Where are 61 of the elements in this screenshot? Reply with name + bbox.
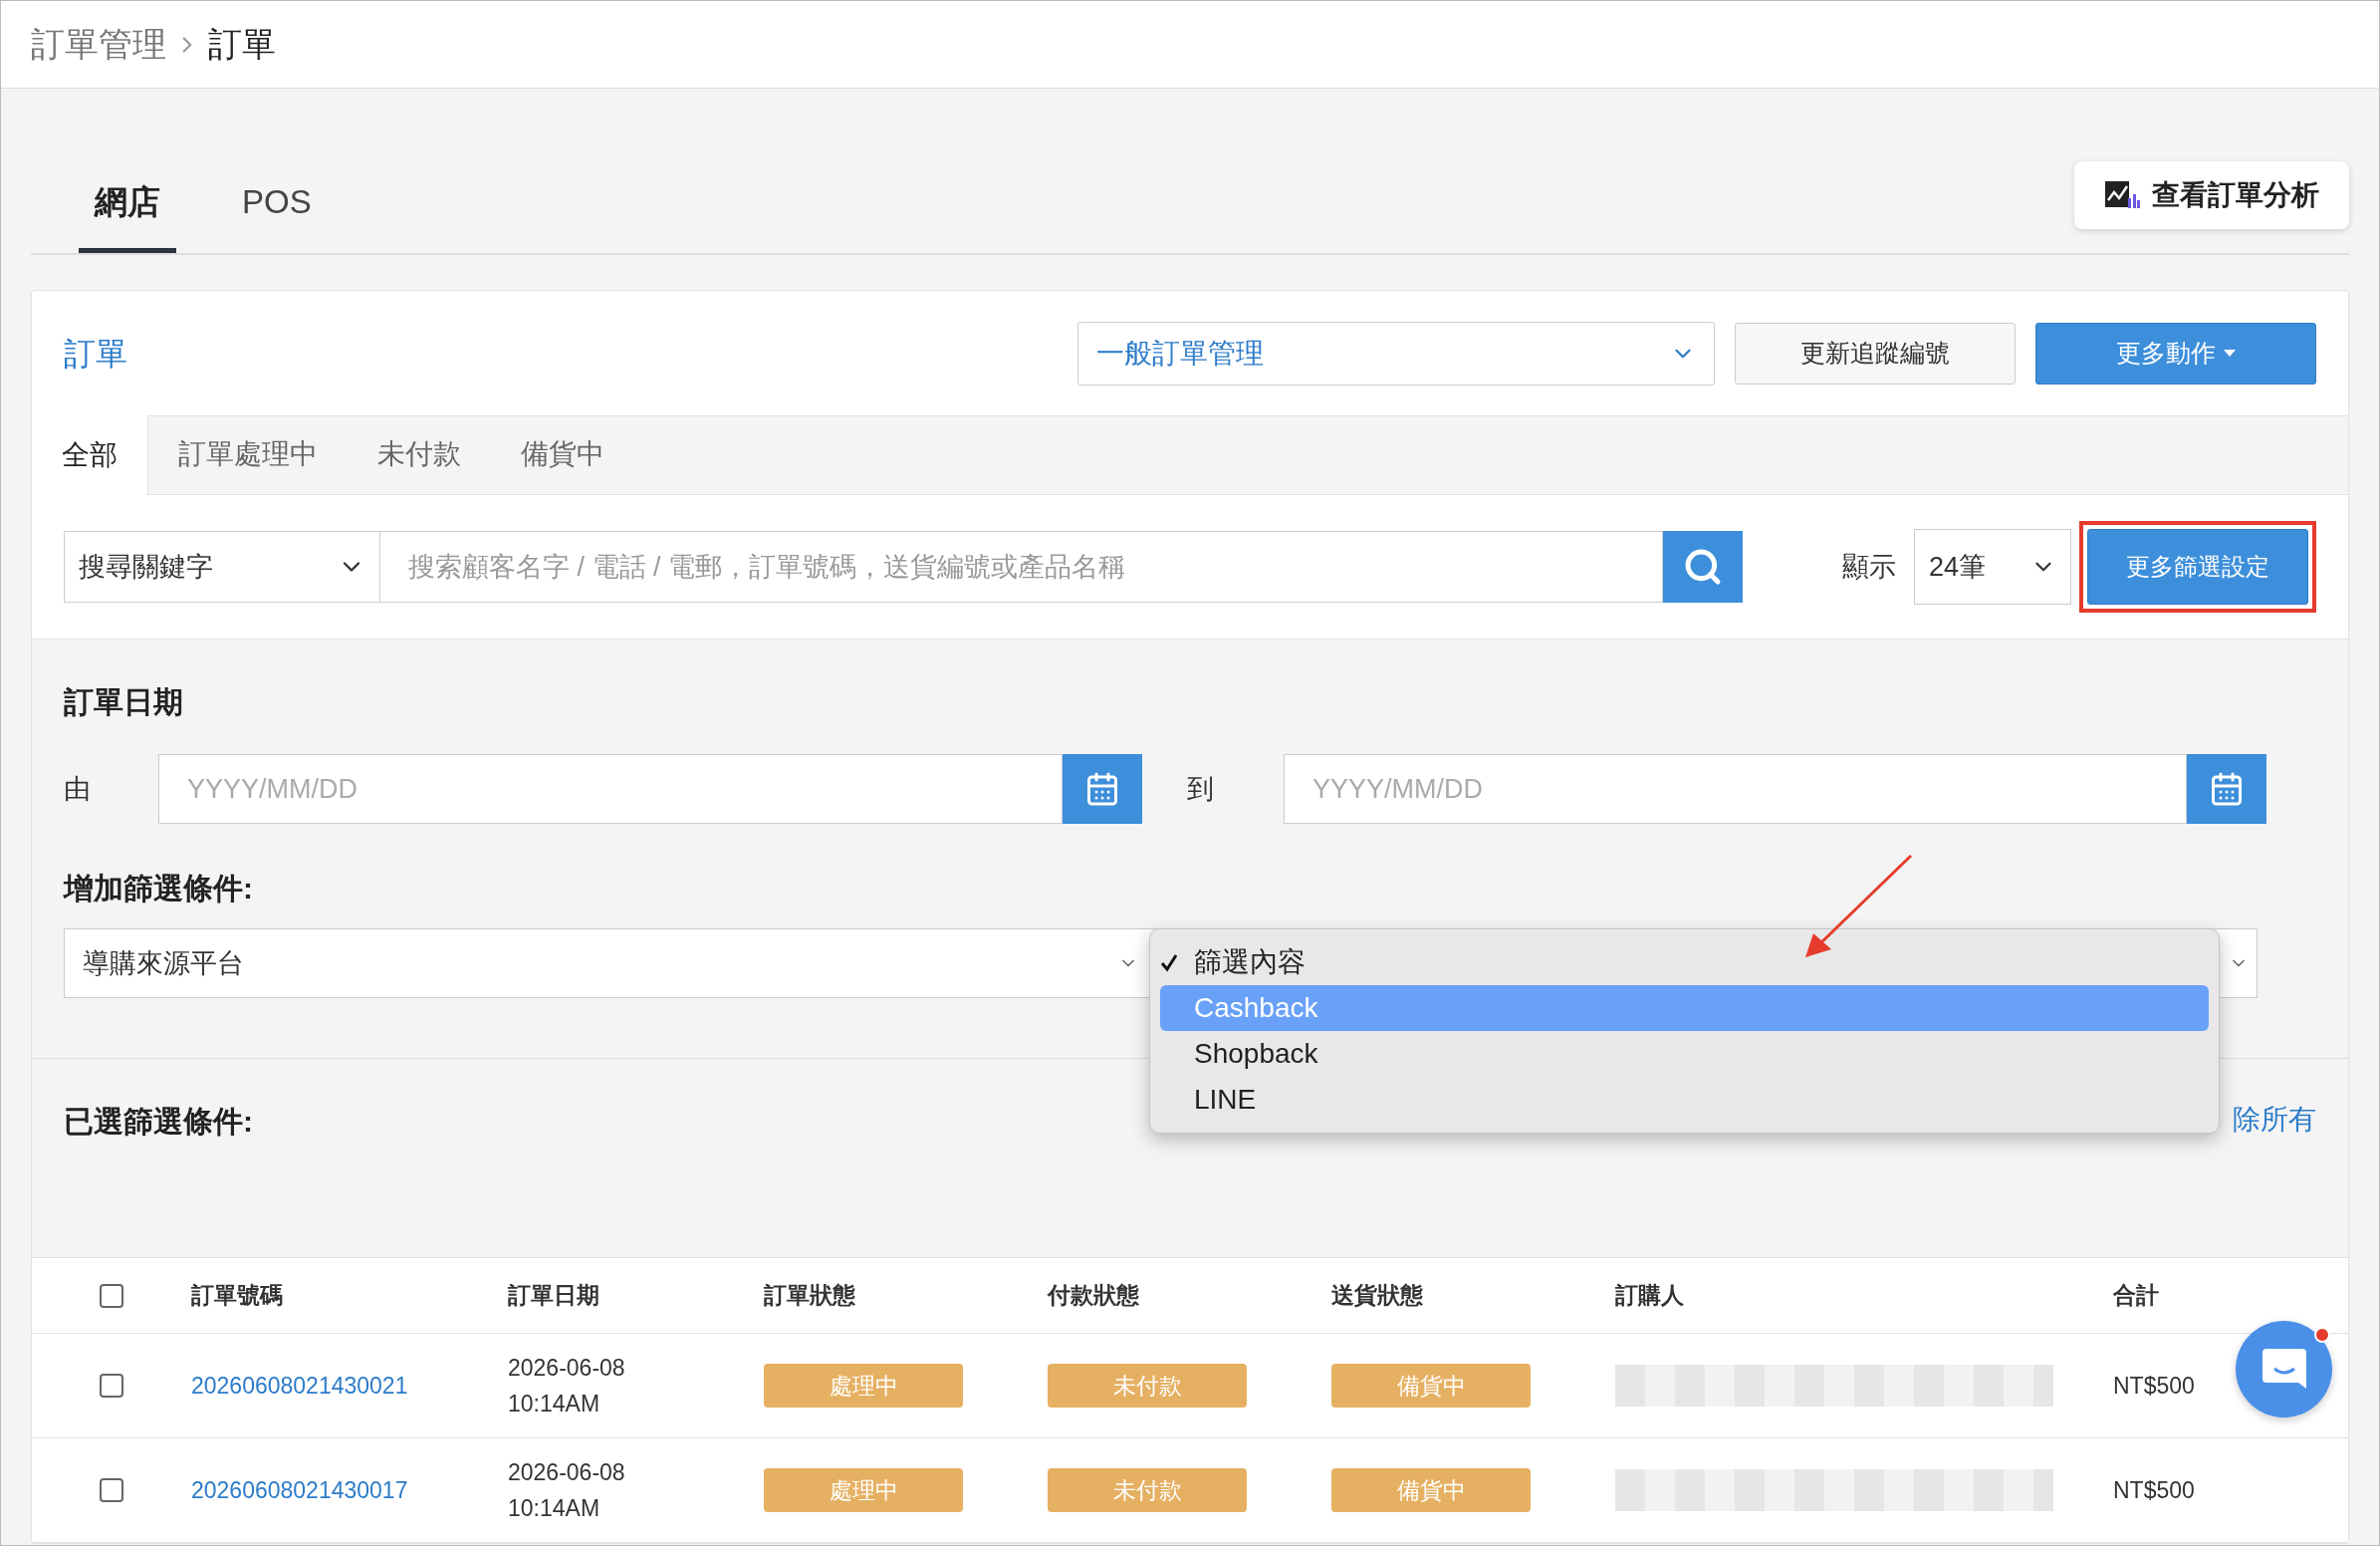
- breadcrumb-link[interactable]: 訂單管理: [31, 19, 166, 70]
- chart-icon: [2104, 180, 2140, 210]
- check-icon: [1160, 952, 1178, 972]
- status-tab[interactable]: 訂單處理中: [148, 414, 348, 494]
- status-badge: 未付款: [1048, 1364, 1247, 1408]
- search-button[interactable]: [1663, 531, 1743, 603]
- section-title: 已選篩選條件:: [64, 1104, 253, 1140]
- column-header: 合計: [2113, 1282, 2159, 1309]
- search-scope-select[interactable]: 搜尋關鍵字: [64, 531, 380, 603]
- column-header: 訂單號碼: [191, 1282, 283, 1309]
- calendar-button[interactable]: [1063, 754, 1142, 824]
- column-header: 送貨狀態: [1331, 1282, 1423, 1309]
- search-icon: [1683, 547, 1723, 587]
- section-title: 增加篩選條件:: [64, 871, 254, 906]
- order-number-link[interactable]: 20260608021430017: [191, 1476, 408, 1503]
- status-badge: 處理中: [764, 1468, 963, 1512]
- status-badge: 備貨中: [1331, 1468, 1531, 1512]
- search-input[interactable]: 搜索顧客名字 / 電話 / 電郵，訂單號碼，送貨編號或產品名稱: [380, 531, 1663, 603]
- status-tab[interactable]: 全部: [32, 415, 148, 495]
- from-label: 由: [64, 772, 92, 806]
- calendar-icon: [2209, 771, 2245, 807]
- status-tab[interactable]: 未付款: [348, 414, 491, 494]
- order-time: 10:14AM: [508, 1390, 601, 1418]
- status-badge: 備貨中: [1331, 1364, 1531, 1408]
- to-label: 到: [1186, 772, 1215, 806]
- main-tab[interactable]: POS: [226, 156, 328, 253]
- view-select[interactable]: 一般訂單管理: [1077, 321, 1715, 386]
- dropdown-option[interactable]: LINE: [1160, 1077, 2209, 1123]
- order-date: 2026-06-08: [508, 1458, 626, 1487]
- order-total: NT$500: [2113, 1476, 2195, 1503]
- order-analysis-button[interactable]: 查看訂單分析: [2074, 161, 2349, 229]
- checkbox[interactable]: [100, 1374, 123, 1398]
- action-button[interactable]: 更新追蹤編號: [1735, 322, 2016, 385]
- date-input[interactable]: YYYY/MM/DD: [1284, 754, 2187, 824]
- filter-field-select[interactable]: 導購來源平台: [64, 928, 1157, 998]
- order-date: 2026-06-08: [508, 1354, 626, 1383]
- dropdown-option[interactable]: Shopback: [1160, 1031, 2209, 1077]
- order-time: 10:14AM: [508, 1494, 601, 1523]
- checkbox[interactable]: [100, 1478, 123, 1502]
- order-total: NT$500: [2113, 1372, 2195, 1399]
- caret-icon: [2224, 349, 2236, 358]
- status-badge: 處理中: [764, 1364, 963, 1408]
- date-input[interactable]: YYYY/MM/DD: [158, 754, 1063, 824]
- main-tab[interactable]: 網店: [79, 156, 176, 253]
- status-badge: 未付款: [1048, 1468, 1247, 1512]
- column-header: 付款狀態: [1048, 1282, 1139, 1309]
- checkbox[interactable]: [100, 1283, 123, 1308]
- section-title: 訂單日期: [64, 684, 184, 720]
- page-size-select[interactable]: 24筆: [1914, 529, 2071, 605]
- column-header: 訂單狀態: [764, 1282, 855, 1309]
- show-label: 顯示: [1842, 550, 1896, 584]
- status-tab[interactable]: 備貨中: [491, 414, 634, 494]
- calendar-button[interactable]: [2187, 754, 2266, 824]
- clear-all-link[interactable]: 除所有: [2233, 1099, 2316, 1141]
- column-header: 訂單日期: [508, 1282, 599, 1309]
- panel-title: 訂單: [64, 334, 128, 374]
- breadcrumb-current: 訂單: [208, 24, 276, 65]
- column-header: 訂購人: [1615, 1282, 1684, 1309]
- order-number-link[interactable]: 20260608021430021: [191, 1372, 408, 1399]
- dropdown-option[interactable]: 篩選內容: [1160, 939, 2209, 985]
- calendar-icon: [1084, 771, 1120, 807]
